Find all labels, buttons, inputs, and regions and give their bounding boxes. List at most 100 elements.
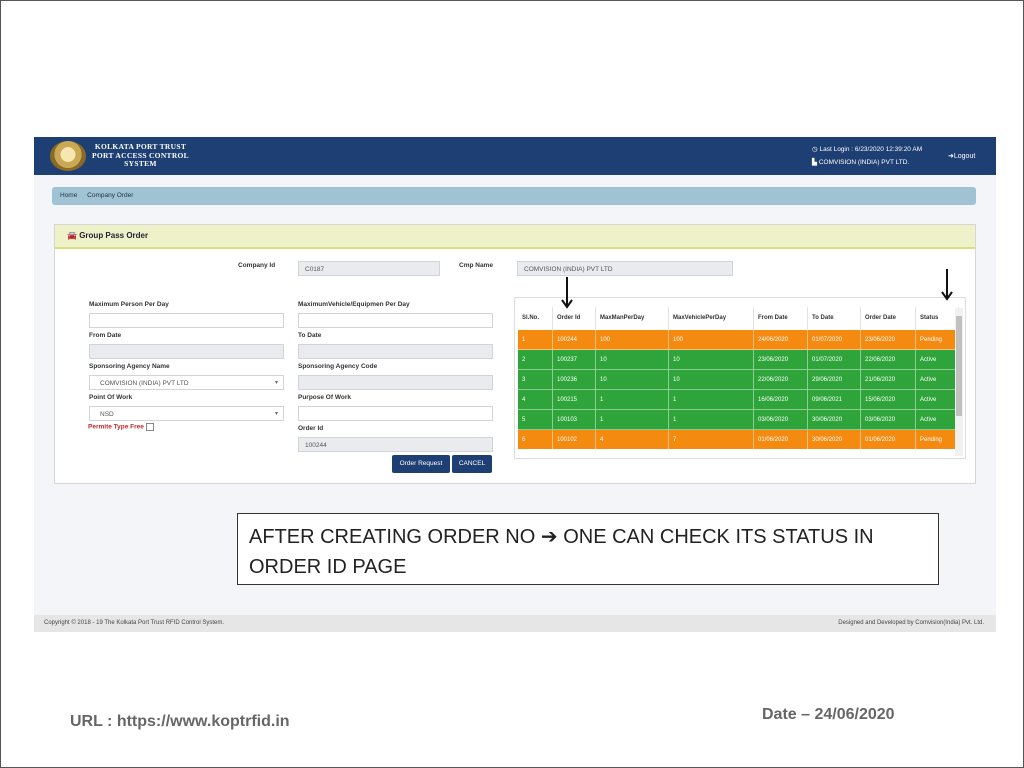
cell-order-date: 01/06/2020	[860, 429, 916, 449]
cell-order-date: 22/06/2020	[860, 349, 916, 370]
col-status[interactable]: Status	[915, 307, 959, 330]
to-date-input[interactable]	[298, 344, 493, 359]
cell-max-man: 4	[595, 429, 669, 449]
cell-order-id: 100102	[552, 429, 596, 449]
permit-type-free[interactable]: Permite Type Free	[88, 423, 154, 431]
cell-max-vehicle: 1	[668, 389, 754, 410]
cell-order-id: 100237	[552, 349, 596, 370]
scrollbar-thumb[interactable]	[956, 316, 962, 416]
cell-max-vehicle: 1	[668, 409, 754, 430]
from-date-input[interactable]	[89, 344, 284, 359]
col-max-man[interactable]: MaxManPerDay	[595, 307, 669, 330]
breadcrumb-home[interactable]: Home	[60, 192, 77, 199]
cell-order-id: 100244	[552, 329, 596, 350]
cancel-button[interactable]: CANCEL	[452, 455, 492, 473]
cell-to-date: 01/07/2020	[807, 349, 861, 370]
cell-status: Active	[915, 369, 959, 390]
last-login-text: Last Login : 6/23/2020 12:39:20 AM	[819, 146, 923, 153]
col-to-date[interactable]: To Date	[807, 307, 861, 330]
cell-from-date: 24/06/2020	[753, 329, 808, 350]
cell-sl: 5	[518, 409, 553, 430]
point-of-work-select[interactable]: NSD ▾	[89, 406, 284, 421]
logo-emblem-icon	[50, 141, 86, 171]
cell-max-vehicle: 10	[668, 349, 754, 370]
order-id-field[interactable]: 100244	[298, 437, 493, 452]
cell-status: Active	[915, 389, 959, 410]
order-id-label: Order Id	[298, 425, 324, 432]
from-date-label: From Date	[89, 332, 122, 339]
slide-url: URL : https://www.koptrfid.in	[70, 713, 290, 730]
cell-order-id: 100215	[552, 389, 596, 410]
table-scrollbar[interactable]	[955, 308, 963, 456]
order-request-button[interactable]: Order Request	[392, 455, 450, 473]
cell-max-man: 10	[595, 349, 669, 370]
cell-max-vehicle: 100	[668, 329, 754, 350]
orders-table-body: 1 100244 100 100 24/06/2020 01/07/2020 23/06/2…	[518, 329, 959, 449]
brand-title: KOLKATA PORT TRUST PORT ACCESS CONTROL S…	[92, 142, 189, 169]
table-row[interactable]: 4 100215 1 1 16/06/2020 09/06/2021 15/06/2020 A…	[518, 389, 959, 410]
cell-to-date: 30/06/2020	[807, 409, 861, 430]
cell-status: Pending	[915, 429, 959, 449]
col-order-date[interactable]: Order Date	[860, 307, 916, 330]
breadcrumb-current: Company Order	[87, 192, 134, 199]
cell-from-date: 22/06/2020	[753, 369, 808, 390]
company-user-text: COMVISION (INDIA) PVT LTD.	[818, 159, 910, 166]
to-date-label: To Date	[298, 332, 322, 339]
table-row[interactable]: 2 100237 10 10 23/06/2020 01/07/2020 22/06/202…	[518, 349, 959, 370]
logged-company: ▙ COMVISION (INDIA) PVT LTD.	[812, 158, 909, 166]
sponsoring-agency-name-select[interactable]: COMVISION (INDIA) PVT LTD ▾	[89, 375, 284, 390]
top-header: KOLKATA PORT TRUST PORT ACCESS CONTROL S…	[34, 137, 996, 175]
sponsoring-agency-code-label: Sponsoring Agency Code	[298, 363, 378, 370]
sponsoring-agency-name-label: Sponsoring Agency Name	[89, 363, 170, 370]
point-of-work-label: Point Of Work	[89, 394, 133, 401]
table-row[interactable]: 3 100236 10 10 22/06/2020 29/06/2020 21/06/202…	[518, 369, 959, 390]
cell-sl: 2	[518, 349, 553, 370]
table-row[interactable]: 5 100103 1 1 03/06/2020 30/06/2020 03/06/2020 A…	[518, 409, 959, 430]
table-row[interactable]: 6 100102 4 7 01/06/2020 30/06/2020 01/06/2020 P…	[518, 429, 959, 449]
cell-from-date: 01/06/2020	[753, 429, 808, 449]
cell-max-man: 10	[595, 369, 669, 390]
panel-title: Group Pass Order	[79, 231, 149, 240]
breadcrumb: Home Company Order	[52, 187, 976, 205]
sponsoring-agency-code-input[interactable]	[298, 375, 493, 390]
right-arrow-icon: ➔	[540, 526, 558, 548]
page-footer: Copyright © 2018 - 19 The Kolkata Port T…	[34, 615, 996, 632]
company-id-field[interactable]: C0187	[298, 261, 440, 276]
cell-sl: 1	[518, 329, 553, 350]
logout-link[interactable]: ➜Logout	[948, 152, 975, 160]
cell-order-date: 15/06/2020	[860, 389, 916, 410]
max-person-label: Maximum Person Per Day	[89, 301, 169, 308]
max-person-input[interactable]	[89, 313, 284, 328]
col-from-date[interactable]: From Date	[753, 307, 808, 330]
orders-grid: Sl.No. Order Id MaxManPerDay MaxVehicleP…	[514, 297, 966, 459]
company-id-label: Company Id	[238, 262, 276, 269]
table-header-row: Sl.No. Order Id MaxManPerDay MaxVehicleP…	[518, 307, 959, 330]
cell-order-date: 23/06/2020	[860, 329, 916, 350]
max-vehicle-label: MaximumVehicle/Equipmen Per Day	[298, 301, 410, 308]
building-icon: ▙	[812, 159, 817, 166]
col-max-vehicle[interactable]: MaxVehiclePerDay	[668, 307, 754, 330]
down-arrow-annotation-icon	[561, 277, 573, 309]
cell-to-date: 30/06/2020	[807, 429, 861, 449]
cell-order-id: 100103	[552, 409, 596, 430]
col-sl-no[interactable]: Sl.No.	[518, 307, 553, 330]
cell-status: Pending	[915, 329, 959, 350]
cmp-name-label: Cmp Name	[459, 262, 493, 269]
purpose-of-work-label: Purpose Of Work	[298, 394, 351, 401]
cell-sl: 6	[518, 429, 553, 449]
cmp-name-field[interactable]: COMVISION (INDIA) PVT LTD	[517, 261, 733, 276]
cell-sl: 4	[518, 389, 553, 410]
col-order-id[interactable]: Order Id	[552, 307, 596, 330]
footer-copyright: Copyright © 2018 - 19 The Kolkata Port T…	[44, 620, 225, 626]
chevron-down-icon: ▾	[274, 380, 278, 386]
cell-from-date: 16/06/2020	[753, 389, 808, 410]
last-login-info: ◷ Last Login : 6/23/2020 12:39:20 AM	[812, 145, 922, 153]
max-vehicle-input[interactable]	[298, 313, 493, 328]
table-row[interactable]: 1 100244 100 100 24/06/2020 01/07/2020 23/06/2…	[518, 329, 959, 350]
purpose-of-work-input[interactable]	[298, 406, 493, 421]
orders-table: Sl.No. Order Id MaxManPerDay MaxVehicleP…	[518, 307, 959, 449]
cell-max-vehicle: 7	[668, 429, 754, 449]
cell-max-vehicle: 10	[668, 369, 754, 390]
permit-type-free-checkbox[interactable]	[145, 423, 154, 431]
cell-to-date: 09/06/2021	[807, 389, 861, 410]
